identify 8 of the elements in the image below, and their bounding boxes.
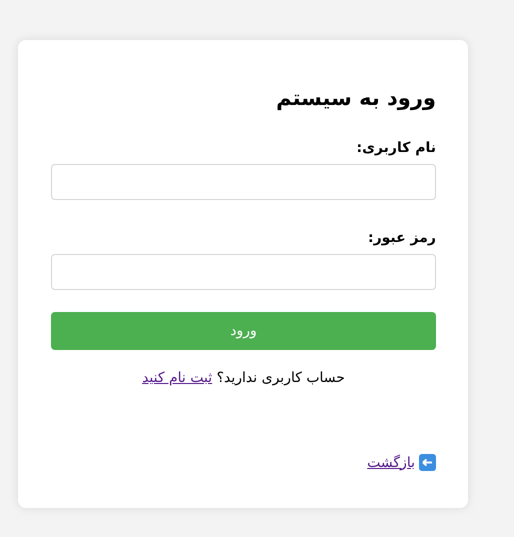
- page-title: ورود به سیستم: [275, 86, 436, 110]
- input-field[interactable]: [51, 254, 436, 290]
- input-field[interactable]: [51, 164, 436, 200]
- signup-link[interactable]: ثبت نام کنید: [142, 370, 212, 386]
- signup-prompt: حساب کاربری ندارید؟ ثبت نام کنید: [142, 370, 345, 386]
- back-link[interactable]: بازگشت: [367, 454, 436, 471]
- field-label: نام کاربری:: [355, 140, 436, 156]
- field-label: رمز عبور:: [366, 230, 436, 246]
